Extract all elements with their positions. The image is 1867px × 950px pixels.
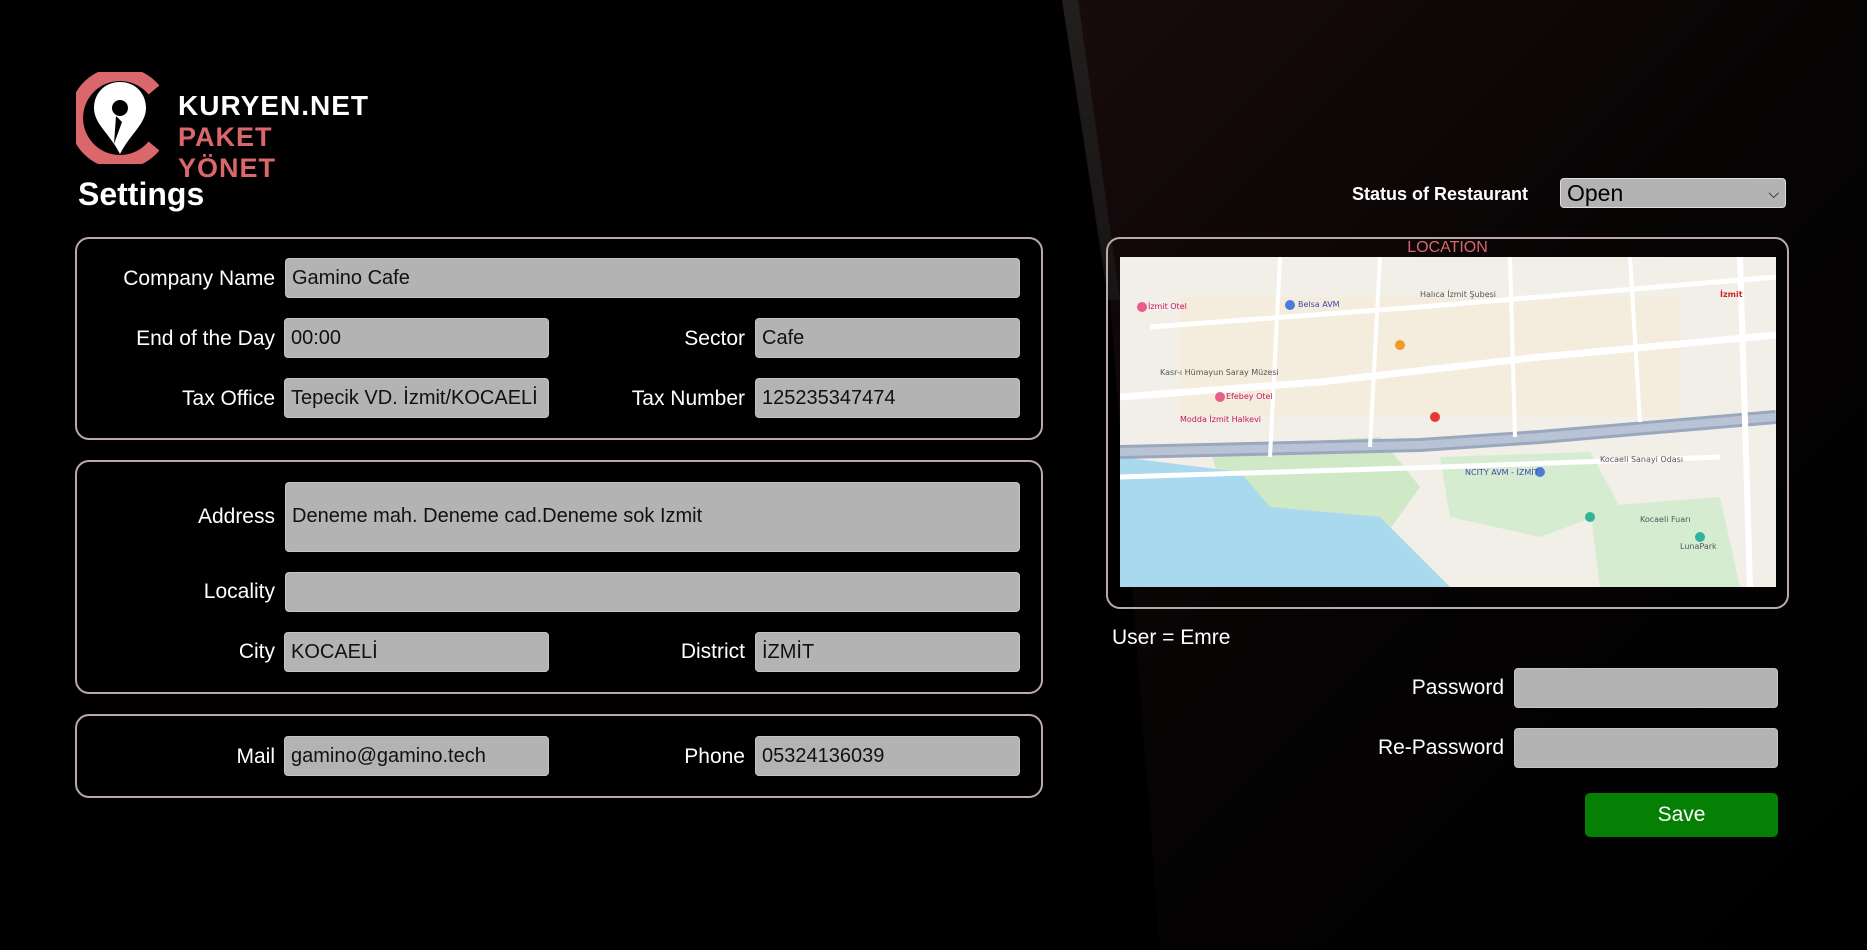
address-label: Address (197, 505, 275, 528)
end-of-day-label: End of the Day (136, 327, 275, 350)
password-label: Password (1411, 676, 1504, 699)
repassword-input[interactable] (1514, 728, 1778, 768)
district-label: District (680, 640, 745, 663)
city-input[interactable]: KOCAELİ (284, 632, 549, 672)
pin-logo-icon (76, 72, 160, 164)
password-input[interactable] (1514, 668, 1778, 708)
map-label-halica: Halıca İzmit Şubesi (1420, 289, 1496, 299)
brand-logo: KURYEN.NET PAKET YÖNET (76, 72, 376, 183)
locality-label: Locality (203, 580, 275, 603)
map-label-modda: Modda İzmit Halkevi (1180, 414, 1261, 424)
tax-office-input[interactable]: Tepecik VD. İzmit/KOCAELİ (284, 378, 549, 418)
tax-number-input[interactable]: 125235347474 (755, 378, 1020, 418)
map-label-efebey: Efebey Otel (1226, 392, 1273, 401)
phone-label: Phone (684, 745, 745, 768)
company-name-label: Company Name (123, 267, 275, 290)
location-map[interactable]: İzmit Otel Belsa AVM Halıca İzmit Şubesi… (1120, 257, 1776, 587)
map-label-fuari: Kocaeli Fuarı (1640, 515, 1691, 524)
map-label-izmit: İzmit (1720, 289, 1743, 299)
city-label: City (238, 640, 275, 663)
contact-section: Mail gamino@gamino.tech Phone 0532413603… (75, 714, 1043, 798)
tax-office-label: Tax Office (182, 387, 275, 410)
brand-tagline: PAKET YÖNET (178, 122, 277, 183)
status-select[interactable]: Open ⌵ (1560, 178, 1786, 208)
locality-input[interactable] (285, 572, 1020, 612)
address-section: Address Deneme mah. Deneme cad.Deneme so… (75, 460, 1043, 694)
district-input[interactable]: İZMİT (755, 632, 1020, 672)
phone-input[interactable]: 05324136039 (755, 736, 1020, 776)
location-caption: LOCATION (1407, 239, 1488, 256)
map-graphic: İzmit Otel Belsa AVM Halıca İzmit Şubesi… (1120, 257, 1776, 587)
mail-label: Mail (236, 745, 275, 768)
chevron-down-icon: ⌵ (1768, 185, 1779, 201)
map-label-izmit-otel: İzmit Otel (1148, 301, 1187, 311)
company-section: Company Name Gamino Cafe End of the Day … (75, 237, 1043, 440)
tax-number-label: Tax Number (631, 387, 745, 410)
map-label-belsa-avm: Belsa AVM (1298, 300, 1340, 309)
end-of-day-input[interactable]: 00:00 (284, 318, 549, 358)
status-label: Status of Restaurant (1351, 184, 1528, 204)
user-label: User = Emre (1112, 626, 1231, 649)
brand-name: KURYEN.NET (178, 90, 369, 121)
sector-input[interactable]: Cafe (755, 318, 1020, 358)
map-label-ncity: NCITY AVM - İZMİT (1465, 467, 1539, 477)
address-input[interactable]: Deneme mah. Deneme cad.Deneme sok Izmit (285, 482, 1020, 552)
location-section: LOCATION İzmit Otel Belsa AVM Halıca İzm… (1106, 237, 1789, 609)
repassword-label: Re-Password (1377, 736, 1504, 759)
map-label-lunapark: LunaPark (1680, 542, 1717, 551)
map-label-kasri-humayun: Kasr-ı Hümayun Saray Müzesi (1160, 368, 1279, 377)
mail-input[interactable]: gamino@gamino.tech (284, 736, 549, 776)
company-name-input[interactable]: Gamino Cafe (285, 258, 1020, 298)
page-title: Settings (78, 176, 205, 212)
map-label-sanayi: Kocaeli Sanayi Odası (1600, 455, 1683, 464)
sector-label: Sector (684, 327, 745, 350)
status-selected-value: Open (1567, 180, 1624, 206)
save-button[interactable]: Save (1585, 793, 1778, 837)
